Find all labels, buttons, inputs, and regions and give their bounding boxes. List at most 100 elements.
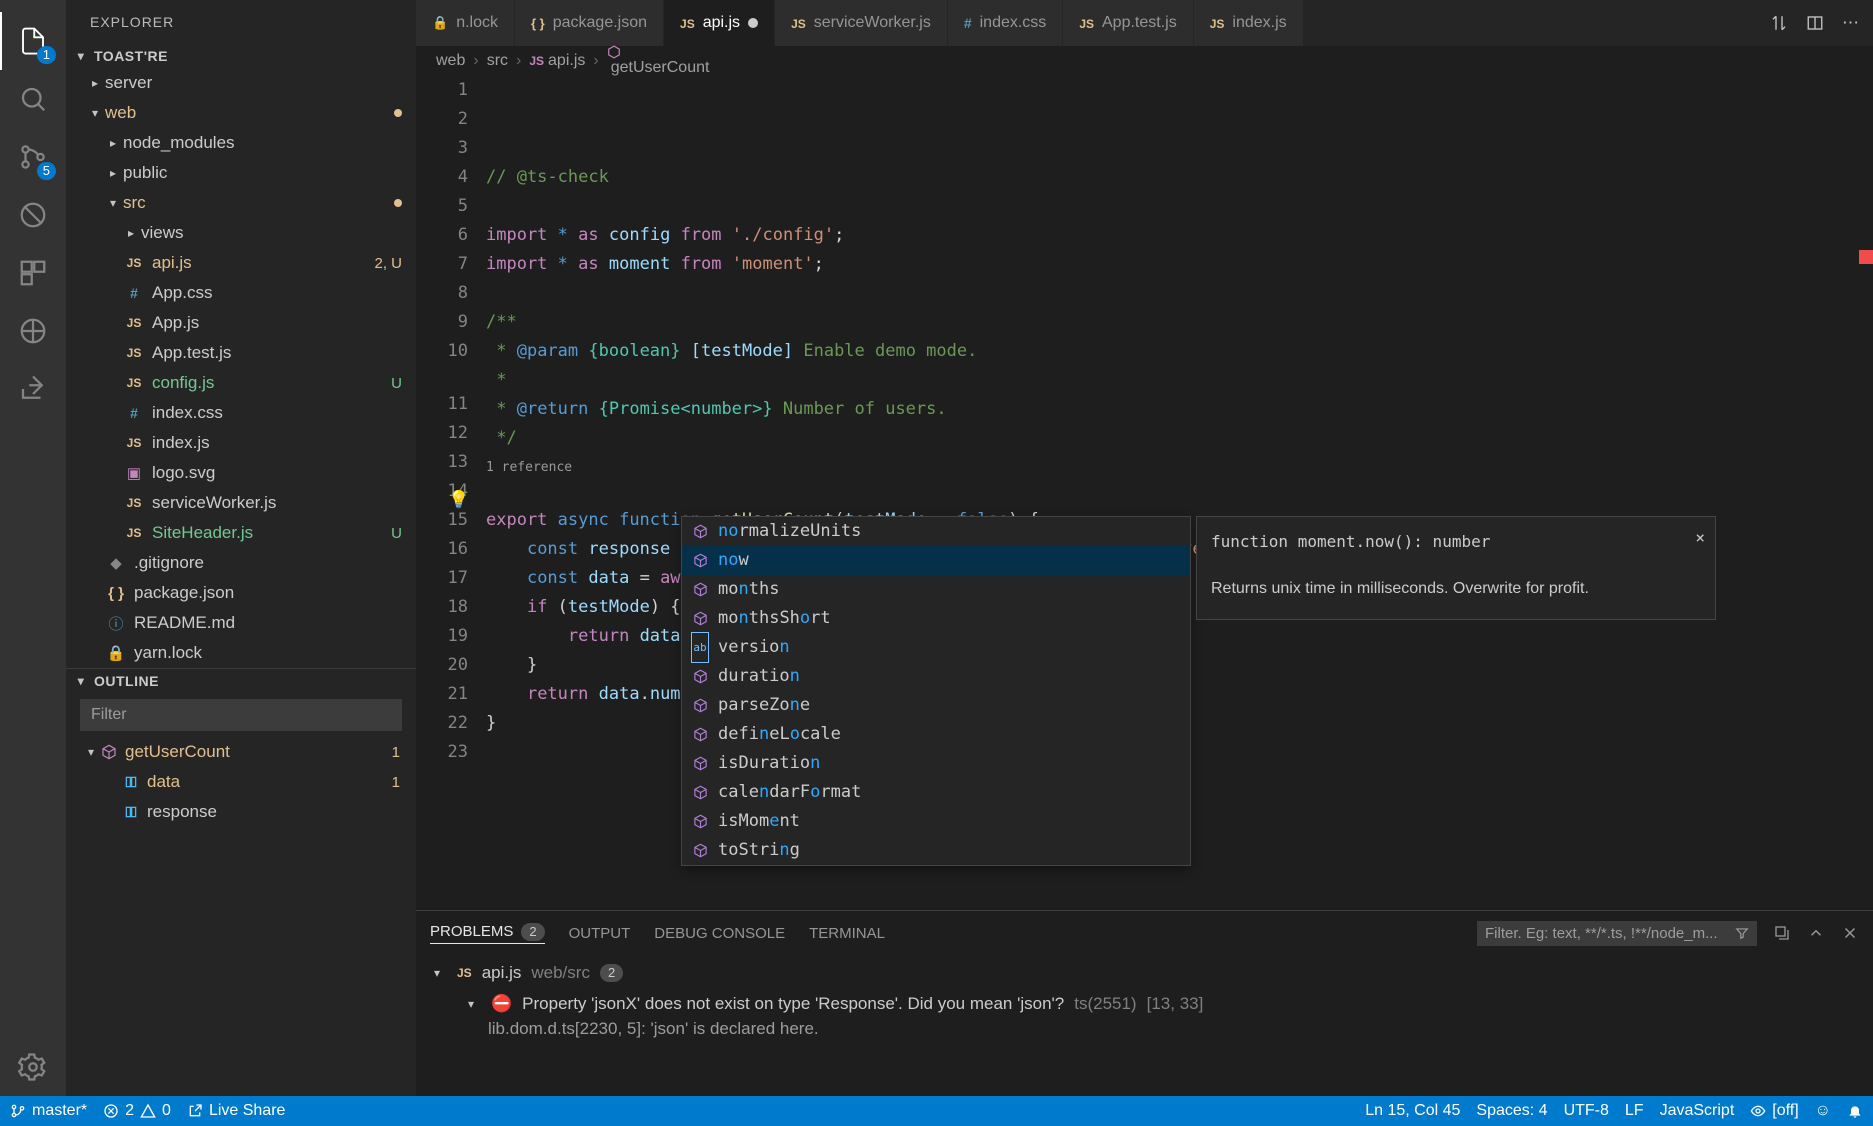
suggestion-item[interactable]: toString [682, 836, 1190, 865]
folder-row[interactable]: ▾web [66, 98, 416, 128]
status-preview[interactable]: [off] [1750, 1102, 1798, 1120]
breadcrumb-item[interactable]: src [487, 52, 508, 70]
activity-scm[interactable]: 5 [0, 128, 66, 186]
outline-item[interactable]: ▾getUserCount1 [66, 737, 416, 767]
outline-item[interactable]: response [66, 797, 416, 827]
editor-tab[interactable]: JSApp.test.js [1063, 0, 1193, 46]
activity-extensions[interactable] [0, 244, 66, 302]
suggestion-item[interactable]: monthsShort [682, 604, 1190, 633]
close-icon[interactable]: × [1695, 523, 1705, 552]
file-row[interactable]: #index.css [66, 398, 416, 428]
suggestion-item[interactable]: months [682, 575, 1190, 604]
code-line[interactable]: * @param {boolean} [testMode] Enable dem… [486, 337, 1873, 366]
code-line[interactable]: /** [486, 308, 1873, 337]
split-editor-icon[interactable] [1806, 14, 1824, 32]
problem-item[interactable]: ▾ ⛔ Property 'jsonX' does not exist on t… [430, 989, 1859, 1019]
activity-explorer[interactable]: 1 [0, 12, 66, 70]
folder-row[interactable]: ▾src [66, 188, 416, 218]
file-row[interactable]: JSApp.js [66, 308, 416, 338]
explorer-project-header[interactable]: ▾TOAST'RE [66, 44, 416, 68]
status-language[interactable]: JavaScript [1660, 1102, 1735, 1120]
lightbulb-icon[interactable]: 💡 [448, 486, 469, 515]
close-panel-icon[interactable] [1841, 924, 1859, 942]
activity-debug[interactable] [0, 186, 66, 244]
collapse-all-icon[interactable] [1773, 924, 1791, 942]
status-live-share[interactable]: Live Share [187, 1102, 286, 1120]
suggestion-item[interactable]: duration [682, 662, 1190, 691]
code-line[interactable]: // @ts-check [486, 163, 1873, 192]
breadcrumbs[interactable]: web›src›JSapi.js›getUserCount [416, 46, 1873, 76]
editor[interactable]: 1234567891011121314151617181920212223 💡 … [416, 76, 1873, 910]
overview-error-marker[interactable] [1859, 250, 1873, 264]
more-icon[interactable]: ⋯ [1842, 13, 1859, 33]
file-row[interactable]: JSapi.js2, U [66, 248, 416, 278]
file-row[interactable]: 🔒yarn.lock [66, 638, 416, 668]
file-row[interactable]: ⓘREADME.md [66, 608, 416, 638]
outline-filter[interactable]: Filter [80, 699, 402, 731]
code-line[interactable] [486, 477, 1873, 506]
code-line[interactable]: */ [486, 424, 1873, 453]
breadcrumb-item[interactable]: web [436, 52, 465, 70]
editor-tab[interactable]: JSapi.js [664, 0, 775, 46]
file-row[interactable]: #App.css [66, 278, 416, 308]
breadcrumb-item[interactable]: getUserCount [607, 45, 710, 77]
codelens[interactable]: 1 reference [486, 453, 1873, 477]
file-row[interactable]: JSserviceWorker.js [66, 488, 416, 518]
activity-settings[interactable] [0, 1038, 66, 1096]
breadcrumb-item[interactable]: JSapi.js [529, 52, 585, 70]
editor-tab[interactable]: JSindex.js [1194, 0, 1304, 46]
editor-tab[interactable]: 🔒n.lock [416, 0, 515, 46]
code-line[interactable] [486, 279, 1873, 308]
problems-filter[interactable]: Filter. Eg: text, **/*.ts, !**/node_m... [1477, 921, 1757, 946]
status-encoding[interactable]: UTF-8 [1564, 1102, 1609, 1120]
status-eol[interactable]: LF [1625, 1102, 1644, 1120]
suggestion-item[interactable]: isDuration [682, 749, 1190, 778]
suggest-widget[interactable]: normalizeUnitsnowmonthsmonthsShortabvers… [681, 516, 1191, 866]
overview-ruler[interactable] [1859, 76, 1873, 910]
file-row[interactable]: JSconfig.jsU [66, 368, 416, 398]
status-cursor[interactable]: Ln 15, Col 45 [1365, 1102, 1460, 1120]
editor-tab[interactable]: JSserviceWorker.js [775, 0, 948, 46]
code-line[interactable]: import * as moment from 'moment'; [486, 250, 1873, 279]
activity-search[interactable] [0, 70, 66, 128]
editor-tab[interactable]: { }package.json [515, 0, 664, 46]
outline-item[interactable]: data1 [66, 767, 416, 797]
compare-icon[interactable] [1770, 14, 1788, 32]
suggestion-item[interactable]: parseZone [682, 691, 1190, 720]
status-bell[interactable] [1847, 1103, 1863, 1119]
file-row[interactable]: JSApp.test.js [66, 338, 416, 368]
status-branch[interactable]: master* [10, 1102, 87, 1120]
panel-tab[interactable]: TERMINAL [809, 925, 885, 942]
file-row[interactable]: JSSiteHeader.jsU [66, 518, 416, 548]
code-line[interactable] [486, 192, 1873, 221]
outline-header[interactable]: ▾OUTLINE [66, 669, 416, 693]
file-row[interactable]: JSindex.js [66, 428, 416, 458]
editor-tab[interactable]: #index.css [948, 0, 1064, 46]
status-feedback[interactable]: ☺ [1815, 1102, 1831, 1120]
suggestion-item[interactable]: abversion [682, 633, 1190, 662]
panel-tab[interactable]: PROBLEMS2 [430, 923, 545, 944]
file-row[interactable]: ◆.gitignore [66, 548, 416, 578]
problems-file-row[interactable]: ▾ JS api.js web/src 2 [430, 957, 1859, 989]
activity-remote[interactable] [0, 302, 66, 360]
chevron-up-icon[interactable] [1807, 924, 1825, 942]
panel-tab[interactable]: OUTPUT [569, 925, 631, 942]
file-row[interactable]: { }package.json [66, 578, 416, 608]
file-row[interactable]: ▣logo.svg [66, 458, 416, 488]
suggestion-item[interactable]: now [682, 546, 1190, 575]
suggestion-item[interactable]: defineLocale [682, 720, 1190, 749]
status-errors[interactable]: 2 0 [103, 1102, 171, 1120]
problem-related[interactable]: lib.dom.d.ts[2230, 5]: 'json' is declare… [430, 1019, 1859, 1045]
folder-row[interactable]: ▸node_modules [66, 128, 416, 158]
status-spaces[interactable]: Spaces: 4 [1476, 1102, 1547, 1120]
activity-share[interactable] [0, 360, 66, 418]
code-line[interactable]: * [486, 366, 1873, 395]
code-line[interactable]: * @return {Promise<number>} Number of us… [486, 395, 1873, 424]
suggestion-item[interactable]: calendarFormat [682, 778, 1190, 807]
folder-row[interactable]: ▸public [66, 158, 416, 188]
suggestion-item[interactable]: normalizeUnits [682, 517, 1190, 546]
suggestion-item[interactable]: isMoment [682, 807, 1190, 836]
panel-tab[interactable]: DEBUG CONSOLE [654, 925, 785, 942]
code-line[interactable]: import * as config from './config'; [486, 221, 1873, 250]
folder-row[interactable]: ▸server [66, 68, 416, 98]
